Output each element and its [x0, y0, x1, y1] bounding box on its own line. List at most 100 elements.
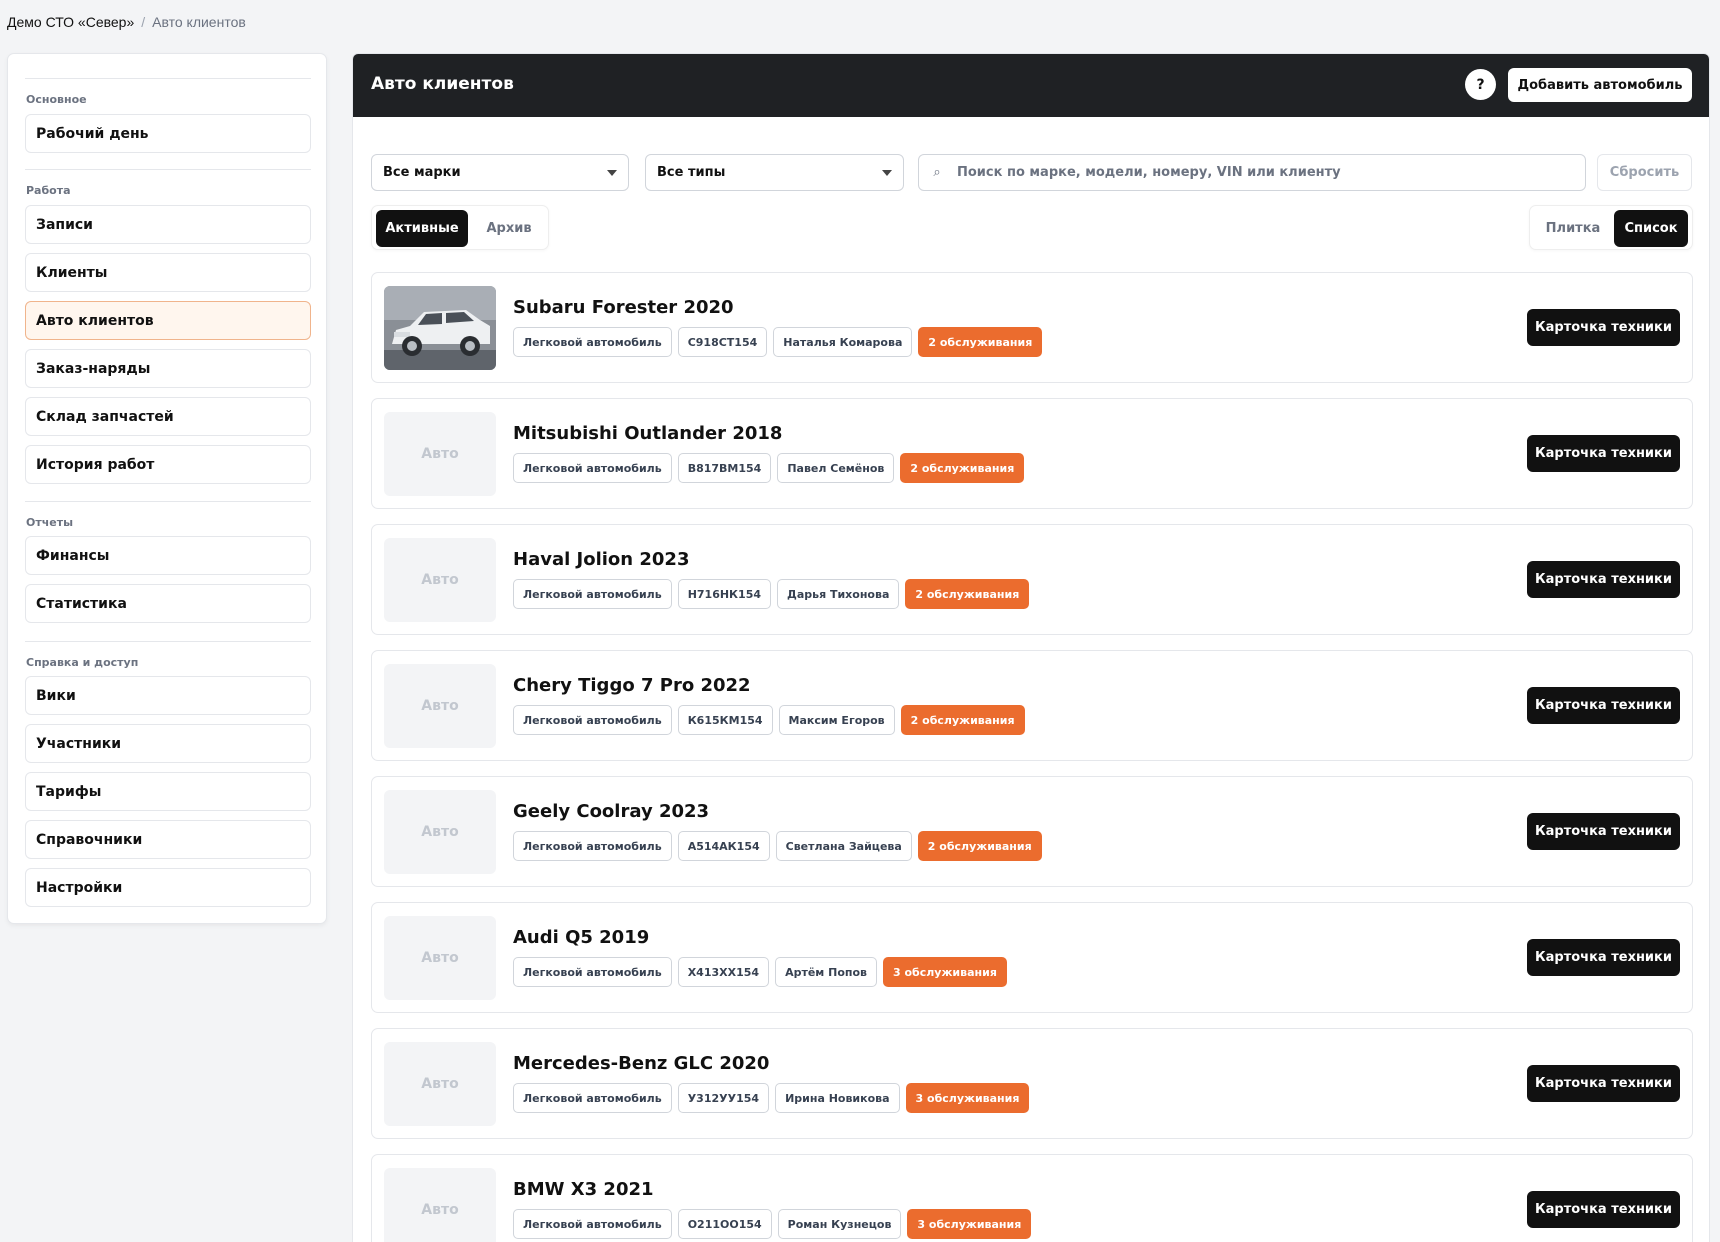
car-photo-placeholder: Авто — [384, 790, 496, 874]
car-plate-tag: Н716НК154 — [677, 579, 772, 609]
vehicle-card-button[interactable]: Карточка техники — [1527, 561, 1680, 598]
sidebar: Основное Рабочий день Работа Записи Клие… — [7, 53, 327, 924]
car-card: Авто Mercedes-Benz GLC 2020 Легковой авт… — [371, 1028, 1693, 1139]
sidebar-divider — [25, 169, 311, 170]
vehicle-card-button[interactable]: Карточка техники — [1527, 687, 1680, 724]
type-select[interactable]: Все типы — [645, 154, 904, 191]
sidebar-item-statistics[interactable]: Статистика — [25, 584, 311, 623]
car-card: Авто Geely Coolray 2023 Легковой автомоб… — [371, 776, 1693, 887]
car-type-tag: Легковой автомобиль — [513, 831, 672, 861]
vehicle-card-button[interactable]: Карточка техники — [1527, 1065, 1680, 1102]
sidebar-item-finance[interactable]: Финансы — [25, 536, 311, 575]
car-photo-placeholder: Авто — [384, 916, 496, 1000]
sidebar-item-clients[interactable]: Клиенты — [25, 253, 311, 292]
vehicle-card-button[interactable]: Карточка техники — [1527, 309, 1680, 346]
help-button[interactable]: ? — [1465, 69, 1496, 100]
breadcrumb-separator: / — [141, 14, 146, 30]
car-photo-placeholder: Авто — [384, 1168, 496, 1242]
car-tags: Легковой автомобиль Н716НК154 Дарья Тихо… — [513, 579, 1030, 609]
car-photo — [384, 286, 496, 370]
sidebar-item-settings[interactable]: Настройки — [25, 868, 311, 907]
service-count-badge: 2 обслуживания — [900, 705, 1025, 735]
breadcrumb-root[interactable]: Демо СТО «Север» — [7, 14, 134, 30]
vehicle-card-button[interactable]: Карточка техники — [1527, 435, 1680, 472]
car-title: Chery Tiggo 7 Pro 2022 — [513, 675, 751, 696]
sidebar-item-tariffs[interactable]: Тарифы — [25, 772, 311, 811]
car-tags: Легковой автомобиль О211ОО154 Роман Кузн… — [513, 1209, 1032, 1239]
tab-archive[interactable]: Архив — [472, 210, 546, 247]
car-type-tag: Легковой автомобиль — [513, 957, 672, 987]
car-plate-tag: С918СТ154 — [677, 327, 768, 357]
car-type-tag: Легковой автомобиль — [513, 705, 672, 735]
service-count-badge: 2 обслуживания — [905, 579, 1030, 609]
vehicle-card-button[interactable]: Карточка техники — [1527, 813, 1680, 850]
car-type-tag: Легковой автомобиль — [513, 579, 672, 609]
car-photo-placeholder: Авто — [384, 412, 496, 496]
car-tags: Легковой автомобиль К615КМ154 Максим Его… — [513, 705, 1025, 735]
service-count-badge: 3 обслуживания — [905, 1083, 1030, 1113]
car-type-tag: Легковой автомобиль — [513, 1083, 672, 1113]
car-tags: Легковой автомобиль В817ВМ154 Павел Семё… — [513, 453, 1025, 483]
car-card: Авто Chery Tiggo 7 Pro 2022 Легковой авт… — [371, 650, 1693, 761]
sidebar-item-wiki[interactable]: Вики — [25, 676, 311, 715]
car-tags: Легковой автомобиль Х413ХХ154 Артём Попо… — [513, 957, 1007, 987]
chevron-down-icon — [607, 170, 617, 176]
vehicle-card-button[interactable]: Карточка техники — [1527, 939, 1680, 976]
main-header: Авто клиентов ? Добавить автомобиль — [353, 54, 1709, 117]
status-tabs: Активные Архив — [371, 205, 549, 250]
brand-select[interactable]: Все марки — [371, 154, 629, 191]
type-select-value: Все типы — [657, 165, 726, 180]
service-count-badge: 2 обслуживания — [900, 453, 1025, 483]
sidebar-item-directories[interactable]: Справочники — [25, 820, 311, 859]
car-plate-tag: А514АК154 — [677, 831, 770, 861]
sidebar-section-title: Отчеты — [26, 516, 74, 529]
car-photo-placeholder: Авто — [384, 664, 496, 748]
service-count-badge: 2 обслуживания — [918, 327, 1043, 357]
page-title: Авто клиентов — [371, 74, 514, 94]
sidebar-section-title: Основное — [26, 93, 87, 106]
search-icon: ⌕ — [933, 165, 941, 180]
car-card: Subaru Forester 2020 Легковой автомобиль… — [371, 272, 1693, 383]
sidebar-item-work-history[interactable]: История работ — [25, 445, 311, 484]
service-count-badge: 2 обслуживания — [917, 831, 1042, 861]
car-photo-placeholder: Авто — [384, 1042, 496, 1126]
car-owner-tag: Роман Кузнецов — [777, 1209, 902, 1239]
car-plate-tag: Х413ХХ154 — [677, 957, 770, 987]
add-car-button[interactable]: Добавить автомобиль — [1508, 68, 1692, 102]
sidebar-item-workday[interactable]: Рабочий день — [25, 114, 311, 153]
car-card: Авто Haval Jolion 2023 Легковой автомоби… — [371, 524, 1693, 635]
car-title: Mercedes-Benz GLC 2020 — [513, 1053, 770, 1074]
reset-button[interactable]: Сбросить — [1597, 154, 1692, 191]
tab-active[interactable]: Активные — [376, 210, 468, 247]
car-title: Audi Q5 2019 — [513, 927, 650, 948]
car-owner-tag: Наталья Комарова — [773, 327, 913, 357]
car-photo-placeholder: Авто — [384, 538, 496, 622]
car-plate-tag: О211ОО154 — [677, 1209, 772, 1239]
sidebar-item-parts-warehouse[interactable]: Склад запчастей — [25, 397, 311, 436]
tab-list-view[interactable]: Список — [1614, 210, 1688, 247]
car-type-tag: Легковой автомобиль — [513, 327, 672, 357]
sidebar-item-records[interactable]: Записи — [25, 205, 311, 244]
sidebar-item-work-orders[interactable]: Заказ-наряды — [25, 349, 311, 388]
vehicle-card-button[interactable]: Карточка техники — [1527, 1191, 1680, 1228]
car-title: BMW X3 2021 — [513, 1179, 654, 1200]
sidebar-item-members[interactable]: Участники — [25, 724, 311, 763]
car-card: Авто BMW X3 2021 Легковой автомобиль О21… — [371, 1154, 1693, 1242]
search-input[interactable] — [947, 165, 1557, 180]
car-card: Авто Audi Q5 2019 Легковой автомобиль Х4… — [371, 902, 1693, 1013]
chevron-down-icon — [882, 170, 892, 176]
breadcrumb: Демо СТО «Север» / Авто клиентов — [7, 14, 246, 30]
car-owner-tag: Светлана Зайцева — [775, 831, 912, 861]
car-plate-tag: К615КМ154 — [677, 705, 773, 735]
car-title: Haval Jolion 2023 — [513, 549, 690, 570]
service-count-badge: 3 обслуживания — [907, 1209, 1032, 1239]
car-owner-tag: Дарья Тихонова — [777, 579, 900, 609]
car-type-tag: Легковой автомобиль — [513, 1209, 672, 1239]
tab-tile-view[interactable]: Плитка — [1534, 210, 1612, 247]
car-plate-tag: В817ВМ154 — [677, 453, 772, 483]
sidebar-item-client-cars[interactable]: Авто клиентов — [25, 301, 311, 340]
car-title: Geely Coolray 2023 — [513, 801, 710, 822]
car-title: Subaru Forester 2020 — [513, 297, 734, 318]
brand-select-value: Все марки — [383, 165, 461, 180]
sidebar-divider — [25, 641, 311, 642]
